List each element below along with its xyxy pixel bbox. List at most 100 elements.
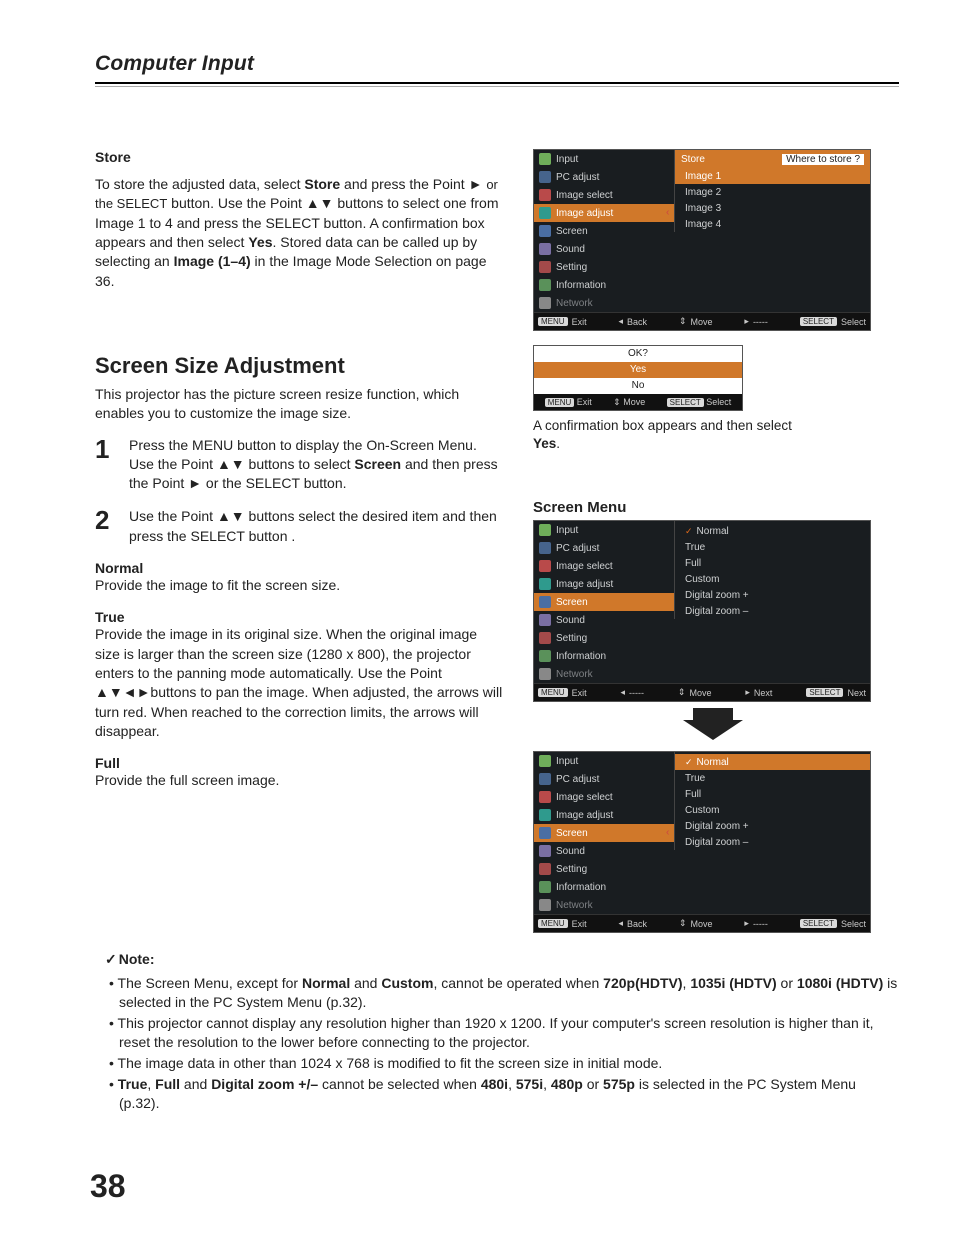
screen-icon [538,224,552,238]
osd-row-setting: Setting [534,629,674,647]
screen-menu-heading: Screen Menu [533,499,893,516]
network-icon [538,296,552,310]
updown-icon: ⇕ [613,397,621,407]
imageadjust-icon [538,206,552,220]
rule-thick [95,82,899,84]
osd-row-setting: Setting [534,860,674,878]
osd-row-sound: Sound [534,611,674,629]
osd-row-information: Information [534,878,674,896]
store-heading: Store [95,149,505,165]
confirm-yes: Yes [534,362,742,378]
triangle-left-icon: ◂ [620,687,625,698]
step-number: 1 [95,436,115,494]
osd-row-imageselect: Image select [534,788,674,806]
mode-full-heading: Full [95,755,505,771]
chevron-right-icon: › [666,596,669,607]
step-number: 2 [95,507,115,546]
check-icon: ✓ [685,757,693,768]
page-section-title: Computer Input [95,52,899,76]
osd-row-imageselect: Image select [534,186,674,204]
osd-sub-item: ✓Normal [675,754,870,770]
osd-row-information: Information [534,276,674,294]
osd-row-screen: Screen‹ [534,824,674,842]
osd-sub-item: Image 2 [675,184,870,200]
note-item: This projector cannot display any resolu… [105,1014,899,1052]
check-icon: ✓ [685,526,693,537]
select-key-icon: SELECT [806,688,843,697]
osd-row-network: Network [534,665,674,683]
select-key-icon: SELECT [800,317,837,326]
osd-row-imageselect: Image select [534,557,674,575]
menu-key-icon: MENU [545,398,575,407]
osd-row-input: Input [534,521,674,539]
menu-key-icon: MENU [538,919,568,928]
ssa-heading: Screen Size Adjustment [95,353,505,379]
pc-icon [538,170,552,184]
osd-sub-item: Image 4 [675,216,870,232]
step-text: Press the MENU button to display the On-… [129,436,505,494]
mode-normal-heading: Normal [95,560,505,576]
notes-heading: ✓Note: [105,951,899,968]
osd-sub-item: Image 1 [675,168,870,184]
confirm-dialog: OK? Yes No MENU Exit ⇕ Move SELECT Selec… [533,345,743,411]
osd-store-menu: Input PC adjust Image select Image adjus… [533,149,871,331]
osd-row-sound: Sound [534,240,674,258]
header: Computer Input [95,52,899,87]
osd-sub-item: Digital zoom – [675,834,870,850]
osd-sub-item: True [675,770,870,786]
select-key-icon: SELECT [667,398,704,407]
osd-row-sound: Sound [534,842,674,860]
osd-screen-menu-1: Input PC adjust Image select Image adjus… [533,520,871,702]
sound-icon [538,242,552,256]
osd-sub-item: Digital zoom + [675,818,870,834]
updown-icon: ⇕ [679,316,687,327]
osd-sub-item: Digital zoom + [675,587,870,603]
osd-sub-item: Image 3 [675,200,870,216]
confirm-no: No [534,378,742,394]
osd-row-input: Input [534,752,674,770]
note-item: True, Full and Digital zoom +/– cannot b… [105,1075,899,1113]
osd-sub-item: Custom [675,802,870,818]
imageselect-icon [538,188,552,202]
osd-row-imageadjust: Image adjust‹ [534,204,674,222]
osd-nav-bar: MENUExit ◂----- ⇕Move ▸Next SELECTNext [534,683,870,701]
where-to-store-label: Where to store ? [782,154,864,165]
osd-screen-menu-2: Input PC adjust Image select Image adjus… [533,751,871,933]
osd-row-imageadjust: Image adjust [534,806,674,824]
triangle-right-icon: ▸ [744,316,749,327]
osd-row-input: Input [534,150,674,168]
osd-sub-item: Full [675,555,870,571]
osd-main-list: Input PC adjust Image select Image adjus… [534,150,674,312]
osd-sub-item: Full [675,786,870,802]
info-icon [538,278,552,292]
check-icon: ✓ [105,951,117,967]
osd-row-setting: Setting [534,258,674,276]
chevron-left-icon: ‹ [666,827,669,838]
ssa-intro: This projector has the picture screen re… [95,385,505,424]
osd-row-network: Network [534,294,674,312]
osd-sub-item: Custom [675,571,870,587]
select-key-icon: SELECT [800,919,837,928]
osd-sub-list: Image 1 Image 2 Image 3 Image 4 [675,168,870,232]
triangle-left-icon: ◂ [618,918,623,929]
step-1: 1 Press the MENU button to display the O… [95,436,505,494]
page-number: 38 [90,1168,126,1205]
mode-true-text: Provide the image in its original size. … [95,625,505,741]
osd-row-screen: Screen› [534,593,674,611]
setting-icon [538,260,552,274]
osd-sub-item: ✓Normal [675,523,870,539]
osd-row-pcadjust: PC adjust [534,770,674,788]
menu-key-icon: MENU [538,317,568,326]
confirm-nav-bar: MENU Exit ⇕ Move SELECT Select [534,394,742,410]
store-paragraph: To store the adjusted data, select Store… [95,175,505,291]
osd-row-pcadjust: PC adjust [534,168,674,186]
updown-icon: ⇕ [678,687,686,698]
mode-true-heading: True [95,609,505,625]
osd-nav-bar: MENUExit ◂Back ⇕Move ▸----- SELECTSelect [534,312,870,330]
note-item: The image data in other than 1024 x 768 … [105,1054,899,1073]
left-column: Store To store the adjusted data, select… [95,149,505,933]
osd-sub-item: Digital zoom – [675,603,870,619]
chevron-left-icon: ‹ [666,207,669,218]
right-column: Input PC adjust Image select Image adjus… [533,149,893,933]
note-item: The Screen Menu, except for Normal and C… [105,974,899,1012]
